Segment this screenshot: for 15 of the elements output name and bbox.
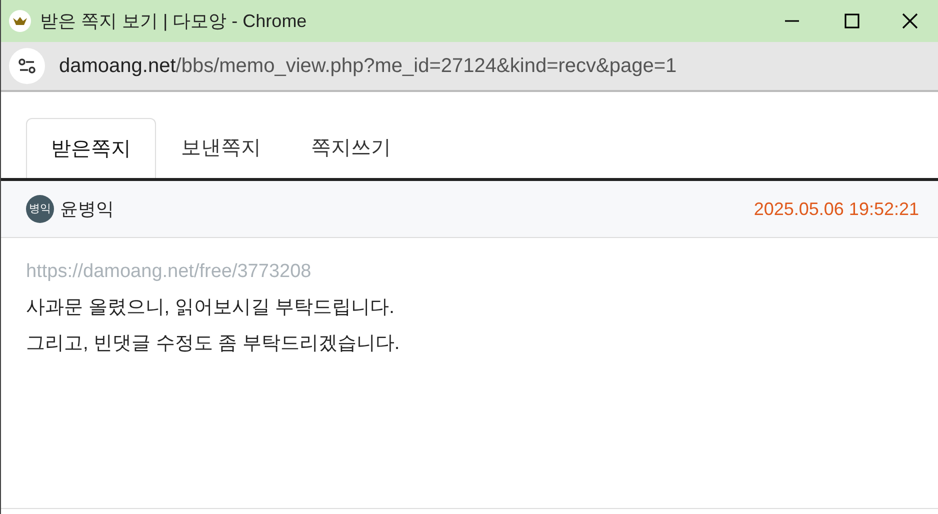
address-bar[interactable]: damoang.net/bbs/memo_view.php?me_id=27124&kind=recv&page=1 <box>1 42 938 92</box>
tab[interactable]: 보낸쪽지 <box>156 118 286 178</box>
crown-icon <box>9 10 31 32</box>
sender-name[interactable]: 윤병익 <box>60 196 114 222</box>
url-text[interactable]: damoang.net/bbs/memo_view.php?me_id=27124&kind=recv&page=1 <box>59 51 677 81</box>
memo-text-line: 그리고, 빈댓글 수정도 좀 부탁드리겠습니다. <box>26 332 401 356</box>
site-settings-icon[interactable] <box>9 48 45 84</box>
tab[interactable]: 쪽지쓰기 <box>286 118 416 178</box>
memo-datetime: 2025.05.06 19:52:21 <box>754 198 919 220</box>
tab[interactable]: 받은쪽지 <box>26 118 156 178</box>
avatar-badge: 병익 <box>26 195 54 223</box>
memo-text-line: 사과문 올렸으니, 읽어보시길 부탁드립니다. <box>26 296 396 320</box>
maximize-icon[interactable] <box>844 13 860 29</box>
close-icon[interactable] <box>902 13 918 29</box>
window-title: 받은 쪽지 보기 | 다모앙 - Chrome <box>40 10 307 33</box>
